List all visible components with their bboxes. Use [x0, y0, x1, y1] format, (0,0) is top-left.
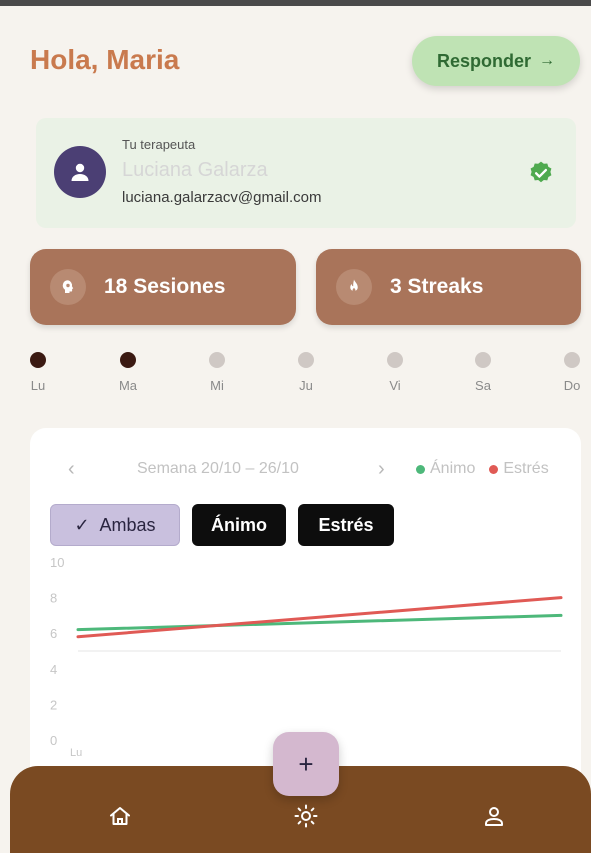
day-sa[interactable]: Sa — [463, 352, 503, 393]
therapist-avatar — [54, 146, 106, 198]
therapist-email: luciana.galarzacv@gmail.com — [122, 189, 322, 206]
day-dot — [120, 352, 136, 368]
check-icon: ✓ — [74, 514, 90, 535]
home-icon[interactable] — [108, 804, 132, 828]
day-label: Lu — [30, 378, 46, 393]
brain-head-icon — [50, 269, 86, 305]
arrow-right-icon: → — [539, 52, 556, 69]
y-tick-label: 4 — [50, 662, 57, 677]
top-border — [0, 0, 591, 6]
day-dot — [209, 352, 225, 368]
y-tick-label: 8 — [50, 591, 57, 606]
day-dot — [30, 352, 46, 368]
legend-label: Ánimo — [430, 460, 476, 477]
legend-label: Estrés — [503, 460, 549, 477]
day-dot — [564, 352, 580, 368]
verified-badge-icon — [530, 161, 552, 183]
person-icon — [71, 163, 89, 181]
chevron-right-icon[interactable]: › — [378, 458, 385, 481]
day-ma[interactable]: Ma — [108, 352, 148, 393]
filter-stress-chip[interactable]: Estrés — [298, 504, 394, 546]
filter-both-chip[interactable]: ✓ Ambas — [50, 504, 180, 546]
plus-icon: + — [298, 748, 314, 779]
day-label: Ma — [118, 378, 138, 393]
day-ju[interactable]: Ju — [286, 352, 326, 393]
flame-icon — [336, 269, 372, 305]
day-label: Ju — [299, 378, 313, 393]
chart-legend: Ánimo Estrés — [416, 460, 549, 478]
x-tick-label: Lu — [70, 747, 82, 759]
filter-stress-label: Estrés — [318, 514, 374, 535]
day-do[interactable]: Do — [552, 352, 591, 393]
respond-label: Responder — [436, 50, 532, 71]
week-range-label: Semana 20/10 – 26/10 — [137, 460, 299, 477]
therapist-role: Tu terapeuta — [122, 137, 196, 152]
day-label: Vi — [389, 378, 401, 393]
day-dot — [387, 352, 403, 368]
sessions-stat-card[interactable]: 18 Sesiones — [30, 249, 296, 325]
y-tick-label: 10 — [50, 555, 64, 570]
filter-mood-label: Ánimo — [211, 514, 267, 535]
legend-swatch — [416, 464, 425, 474]
respond-button[interactable]: Responder → — [412, 36, 580, 86]
y-tick-label: 6 — [50, 626, 57, 641]
day-dot — [298, 352, 314, 368]
streaks-stat-card[interactable]: 3 Streaks — [316, 249, 581, 325]
day-label: Sa — [475, 378, 491, 393]
day-lu[interactable]: Lu — [18, 352, 58, 393]
y-tick-label: 2 — [50, 697, 57, 712]
profile-icon[interactable] — [482, 804, 506, 828]
streaks-count: 3 Streaks — [390, 275, 484, 298]
legend-item-mood: Ánimo — [416, 460, 475, 478]
chevron-left-icon[interactable]: ‹ — [68, 458, 75, 481]
day-vi[interactable]: Vi — [375, 352, 415, 393]
sessions-count: 18 Sesiones — [104, 275, 226, 298]
day-mi[interactable]: Mi — [197, 352, 237, 393]
legend-item-stress: Estrés — [489, 460, 549, 478]
therapist-card[interactable]: Tu terapeuta Luciana Galarza luciana.gal… — [36, 118, 576, 228]
legend-swatch — [489, 464, 499, 474]
sun-icon[interactable] — [294, 804, 318, 828]
greeting-title: Hola, Maria — [30, 44, 180, 75]
filter-mood-chip[interactable]: Ánimo — [192, 504, 286, 546]
day-label: Mi — [210, 378, 224, 393]
add-fab-button[interactable]: + — [273, 732, 339, 796]
day-dot — [475, 352, 491, 368]
day-label: Do — [563, 378, 581, 393]
y-tick-label: 0 — [50, 733, 57, 748]
filter-both-label: Ambas — [99, 514, 156, 535]
therapist-name: Luciana Galarza — [122, 159, 268, 181]
